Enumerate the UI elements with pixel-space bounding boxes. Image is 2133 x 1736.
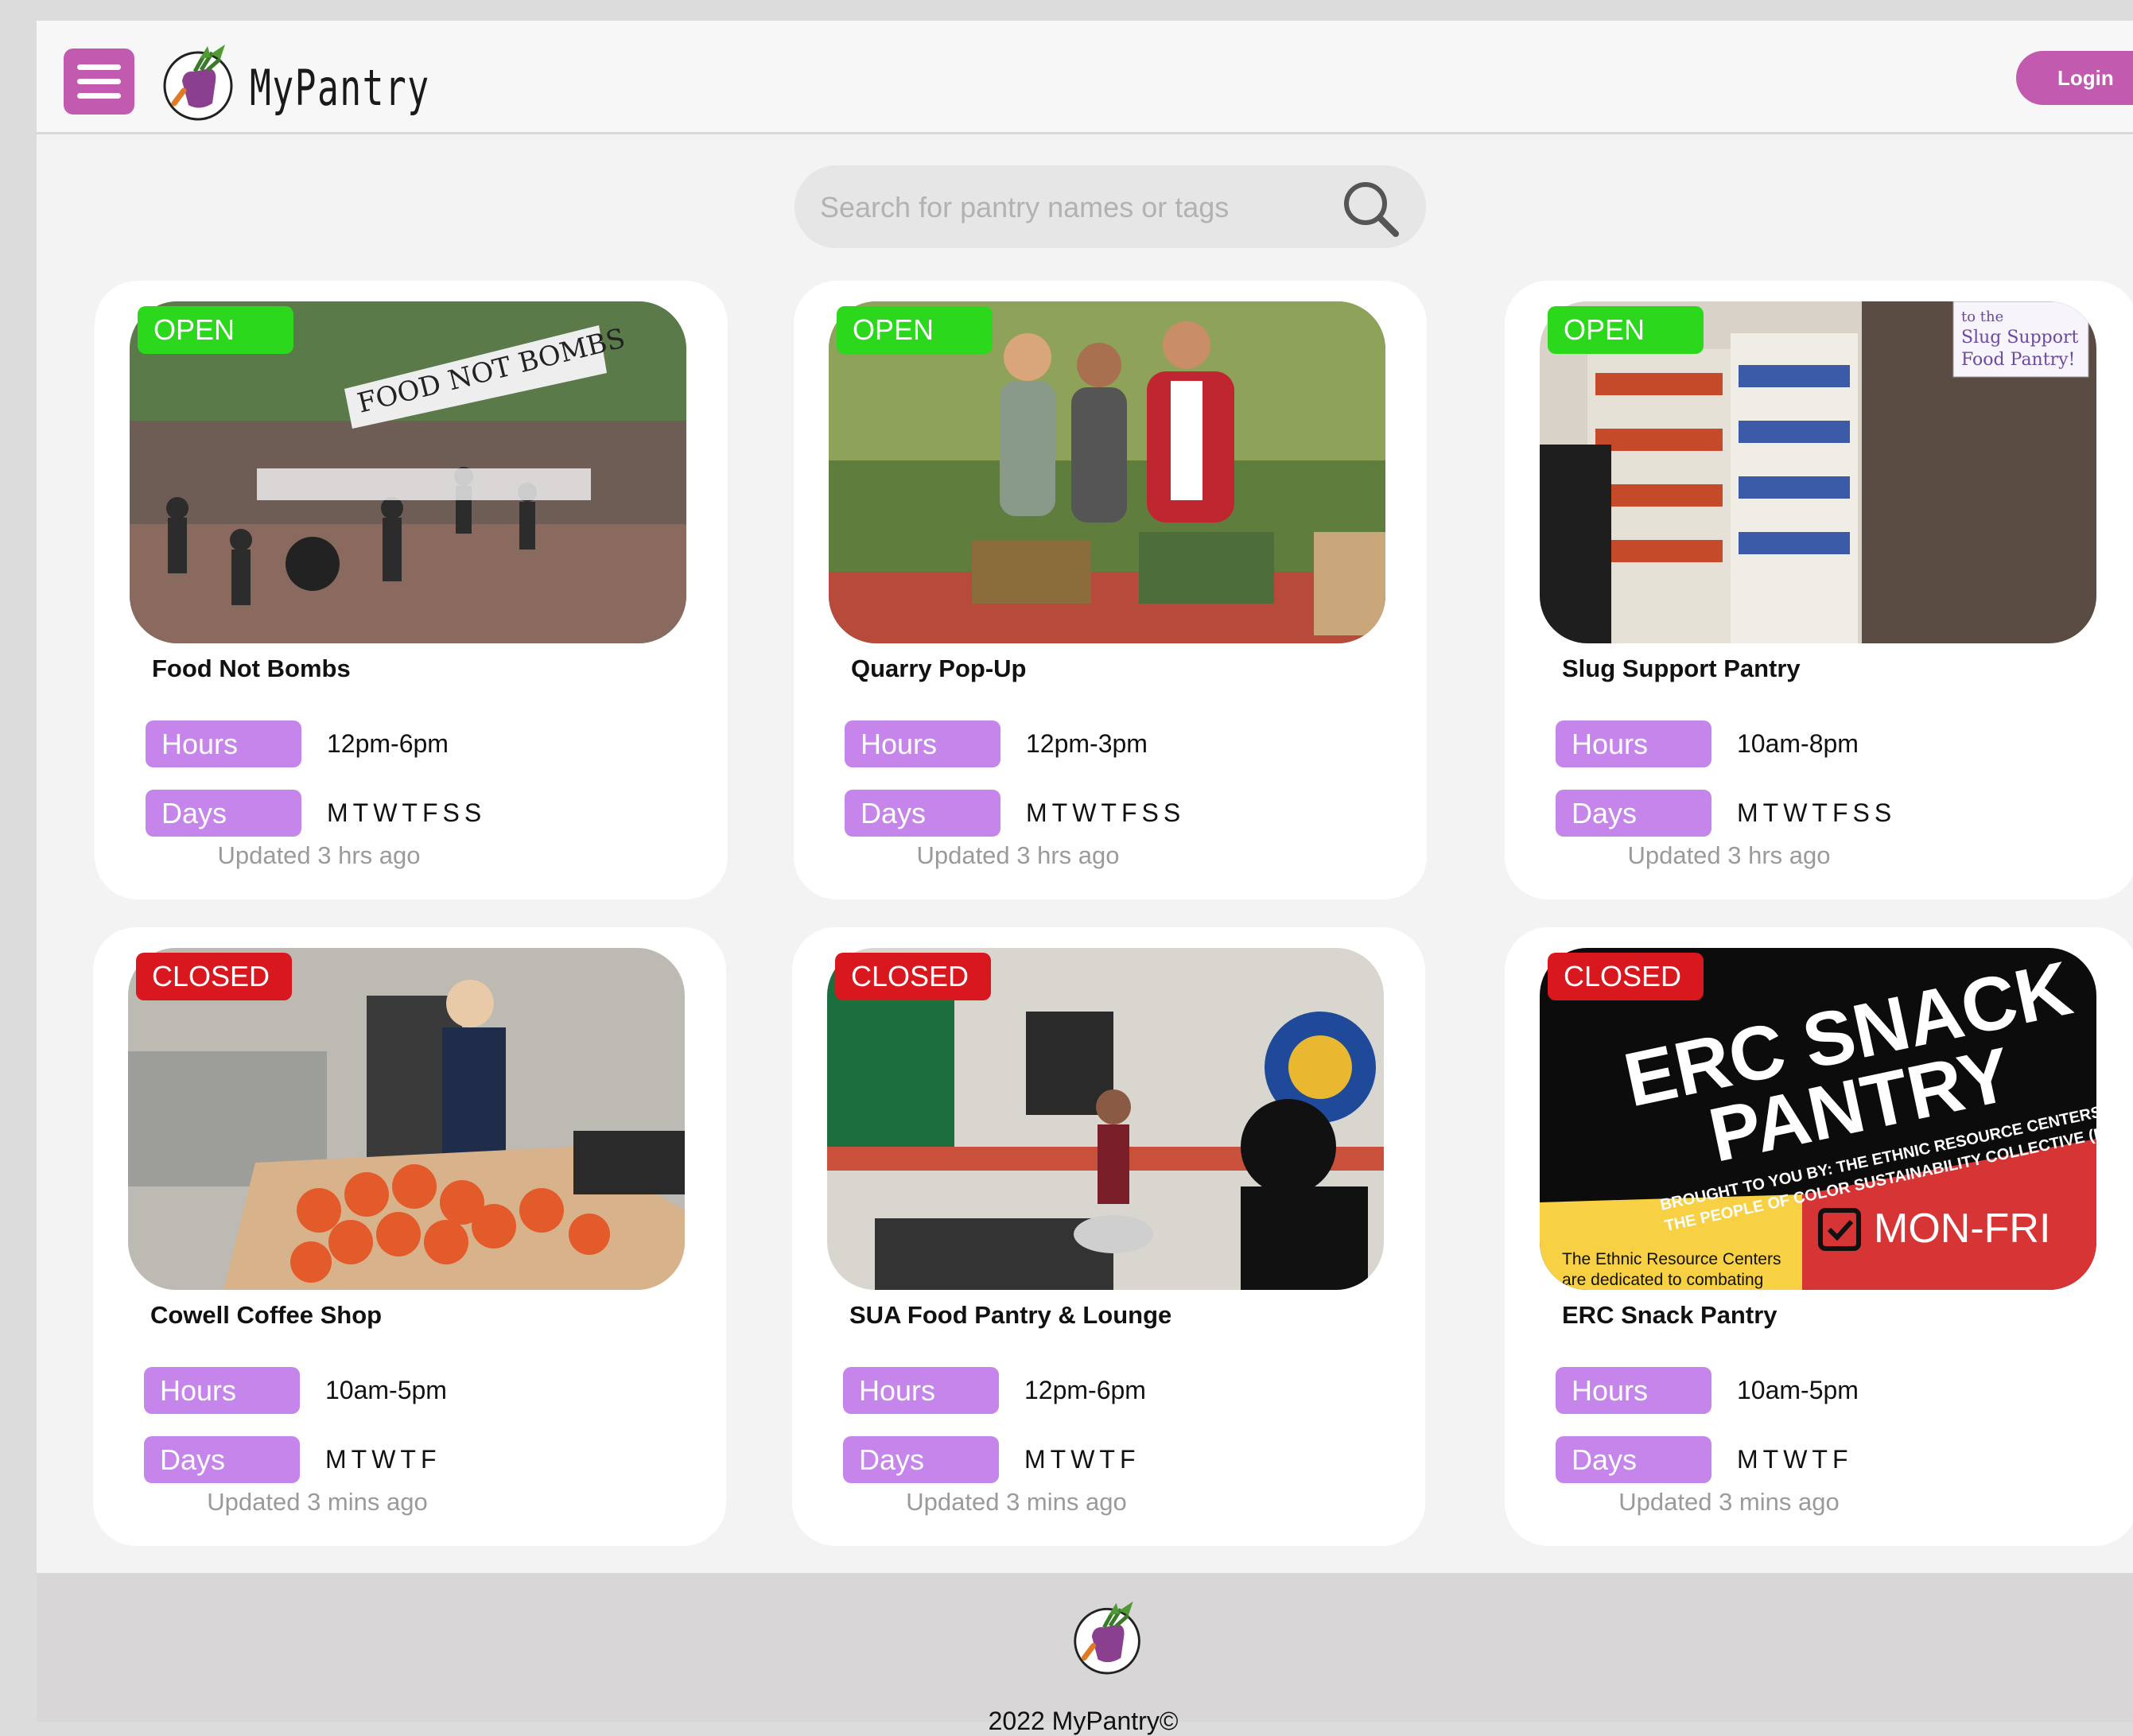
status-badge: CLOSED bbox=[835, 953, 991, 1000]
status-badge: OPEN bbox=[837, 306, 993, 354]
updated-timestamp: Updated 3 hrs ago bbox=[916, 841, 1120, 869]
days-label: Days bbox=[146, 790, 301, 837]
hours-label: Hours bbox=[144, 1367, 300, 1414]
days-label: Days bbox=[845, 790, 1000, 837]
hours-label: Hours bbox=[1556, 720, 1711, 767]
sign-text: Food Pantry! bbox=[1961, 350, 2075, 370]
brand-name: MyPantry bbox=[250, 59, 430, 117]
mypantry-logo-icon bbox=[1074, 1601, 1140, 1675]
days-label: Days bbox=[1556, 790, 1711, 837]
hamburger-line-icon bbox=[77, 64, 121, 70]
sign-text: Slug Support bbox=[1961, 328, 2079, 348]
hamburger-menu-button[interactable] bbox=[64, 49, 134, 115]
pantry-name[interactable]: Cowell Coffee Shop bbox=[150, 1301, 382, 1330]
hours-value: 12pm-3pm bbox=[1026, 729, 1148, 758]
mypantry-logo-icon[interactable] bbox=[160, 35, 239, 124]
updated-timestamp: Updated 3 mins ago bbox=[207, 1488, 428, 1516]
page: MyPantry Login FOOD NOT BOMBS bbox=[37, 21, 2133, 1735]
pantry-name[interactable]: Slug Support Pantry bbox=[1562, 654, 1801, 683]
hours-label: Hours bbox=[843, 1367, 999, 1414]
pantry-name[interactable]: Food Not Bombs bbox=[152, 654, 351, 683]
status-badge: CLOSED bbox=[1548, 953, 1704, 1000]
pantry-card[interactable]: CLOSED SUA Food Pantry & Lounge Hours 12… bbox=[792, 927, 1425, 1546]
top-navigation-bar: MyPantry Login bbox=[37, 21, 2133, 134]
days-label: Days bbox=[144, 1436, 300, 1483]
pantry-card[interactable]: to the Slug Support Food Pantry! OPEN Sl… bbox=[1505, 281, 2133, 899]
search-input[interactable] bbox=[818, 183, 1331, 232]
hours-value: 12pm-6pm bbox=[1024, 1376, 1146, 1404]
status-badge: CLOSED bbox=[136, 953, 292, 1000]
pantry-card[interactable]: FOOD NOT BOMBS OPEN Food Not Bombs Hours… bbox=[95, 281, 728, 899]
poster-blurb: are dedicated to combating bbox=[1562, 1271, 1763, 1289]
hours-label: Hours bbox=[1556, 1367, 1711, 1414]
pantry-card[interactable]: OPEN Quarry Pop-Up Hours 12pm-3pm Days M… bbox=[794, 281, 1427, 899]
hours-value: 10am-5pm bbox=[325, 1376, 447, 1404]
days-value: MTWTF bbox=[1024, 1445, 1140, 1474]
sign-text: to the bbox=[1961, 309, 2003, 325]
hamburger-line-icon bbox=[77, 79, 121, 84]
hours-value: 10am-5pm bbox=[1737, 1376, 1859, 1404]
login-button[interactable]: Login bbox=[2016, 51, 2133, 105]
days-value: MTWTFSS bbox=[327, 798, 487, 827]
days-value: MTWTF bbox=[1737, 1445, 1853, 1474]
hours-label: Hours bbox=[146, 720, 301, 767]
pantry-card[interactable]: CLOSED Cowell Coffee Shop Hours 10am-5pm… bbox=[93, 927, 726, 1546]
hours-value: 12pm-6pm bbox=[327, 729, 449, 758]
hamburger-line-icon bbox=[77, 93, 121, 99]
poster-days: MON-FRI bbox=[1874, 1206, 2050, 1252]
pantry-name[interactable]: Quarry Pop-Up bbox=[851, 654, 1026, 683]
updated-timestamp: Updated 3 hrs ago bbox=[1627, 841, 1831, 869]
updated-timestamp: Updated 3 mins ago bbox=[906, 1488, 1127, 1516]
footer: 2022 MyPantry© bbox=[37, 1573, 2133, 1735]
days-label: Days bbox=[1556, 1436, 1711, 1483]
poster-blurb: The Ethnic Resource Centers bbox=[1562, 1250, 1781, 1268]
pantry-card[interactable]: ERC SNACK PANTRY BROUGHT TO YOU BY: THE … bbox=[1505, 927, 2133, 1546]
updated-timestamp: Updated 3 mins ago bbox=[1618, 1488, 1840, 1516]
search-icon[interactable] bbox=[1338, 177, 1404, 242]
pantry-name[interactable]: ERC Snack Pantry bbox=[1562, 1301, 1778, 1330]
hours-label: Hours bbox=[845, 720, 1000, 767]
status-badge: OPEN bbox=[138, 306, 293, 354]
days-value: MTWTFSS bbox=[1026, 798, 1186, 827]
days-value: MTWTFSS bbox=[1737, 798, 1897, 827]
pantry-name[interactable]: SUA Food Pantry & Lounge bbox=[849, 1301, 1171, 1330]
days-label: Days bbox=[843, 1436, 999, 1483]
search-bar[interactable] bbox=[795, 165, 1426, 248]
hours-value: 10am-8pm bbox=[1737, 729, 1859, 758]
status-badge: OPEN bbox=[1548, 306, 1704, 354]
days-value: MTWTF bbox=[325, 1445, 441, 1474]
updated-timestamp: Updated 3 hrs ago bbox=[217, 841, 421, 869]
